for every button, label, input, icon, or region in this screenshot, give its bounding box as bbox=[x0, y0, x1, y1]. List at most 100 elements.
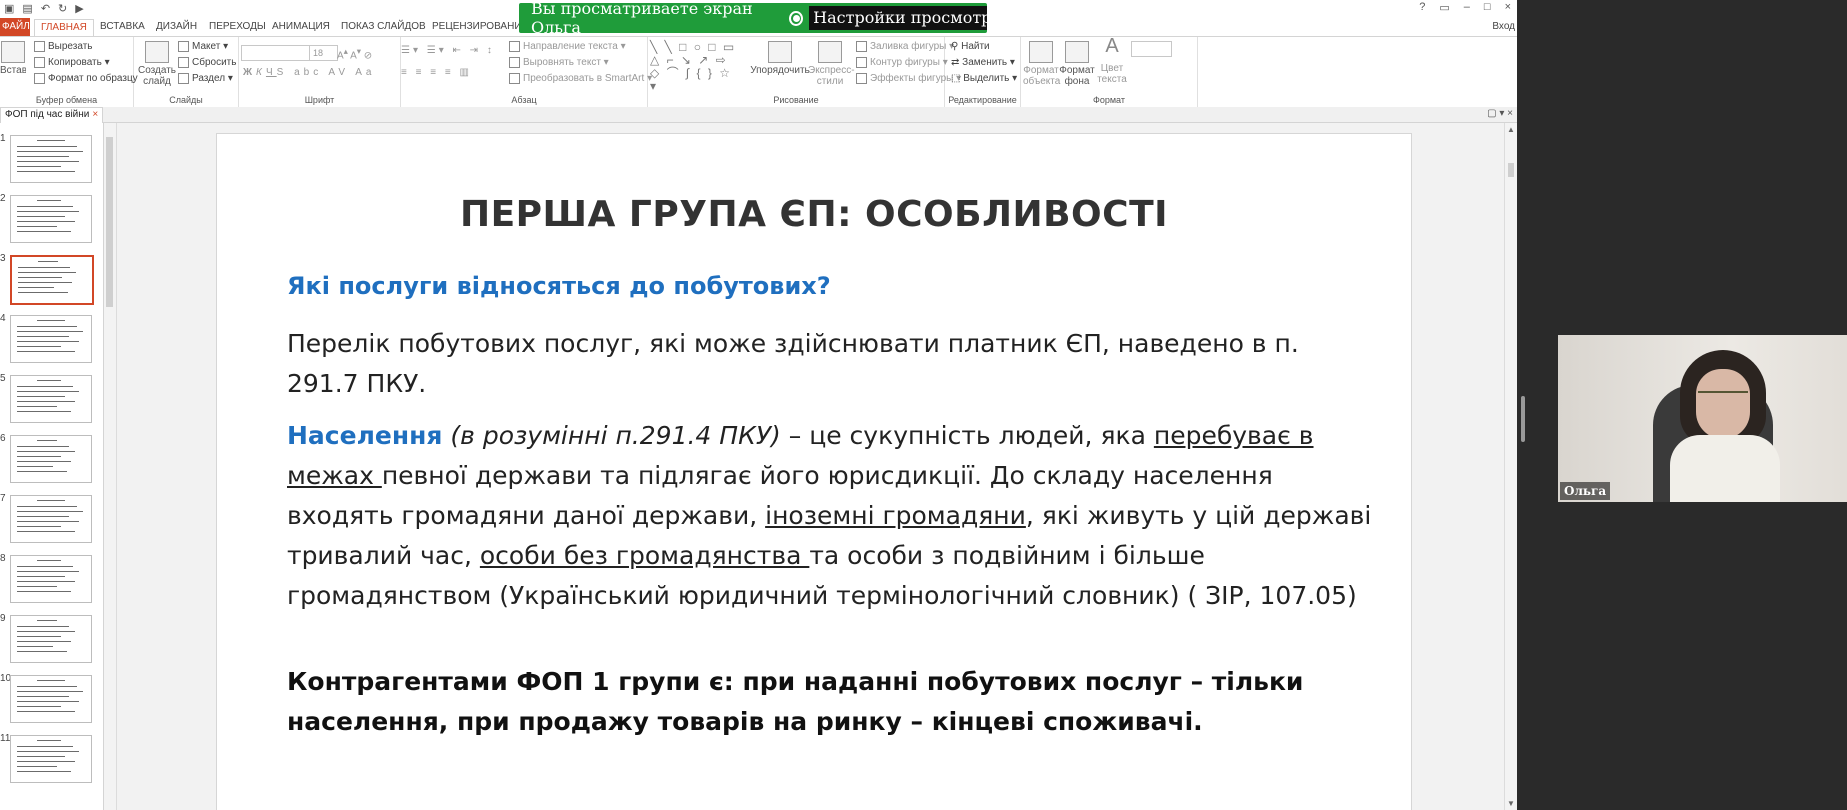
text-direction-button[interactable]: Направление текста ▾ bbox=[509, 41, 626, 52]
replace-icon: ⇄ bbox=[951, 57, 963, 68]
thumbnail-text-line bbox=[17, 396, 65, 397]
smartart-button[interactable]: Преобразовать в SmartArt ▾ bbox=[509, 73, 652, 84]
tab-file[interactable]: ФАЙЛ bbox=[0, 18, 30, 36]
tab-animation[interactable]: АНИМАЦИЯ bbox=[272, 21, 330, 32]
slide-thumbnail[interactable] bbox=[10, 195, 92, 243]
slide-thumbnail[interactable] bbox=[10, 135, 92, 183]
find-button[interactable]: ⚲ Найти bbox=[951, 41, 990, 52]
slide-thumbnail[interactable] bbox=[10, 435, 92, 483]
tab-design[interactable]: ДИЗАЙН bbox=[156, 21, 197, 32]
tab-home[interactable]: ГЛАВНАЯ bbox=[34, 19, 94, 37]
format-painter-button[interactable]: Формат по образцу bbox=[34, 73, 138, 84]
text-color-button[interactable]: A Цвет текста bbox=[1095, 36, 1129, 85]
paragraph-group-label: Абзац bbox=[511, 95, 537, 105]
format-dropdown[interactable] bbox=[1131, 41, 1172, 57]
cut-button[interactable]: Вырезать bbox=[34, 41, 92, 52]
thumbnail-number: 3 bbox=[0, 253, 6, 264]
quick-styles-button[interactable]: Экспресс-стили bbox=[808, 41, 855, 87]
reset-button[interactable]: Сбросить bbox=[178, 57, 236, 68]
slide-subtitle[interactable]: Які послуги відносяться до побутових? bbox=[287, 272, 831, 300]
thumbnails-scrollbar[interactable] bbox=[104, 123, 117, 810]
thumbnail-text-line bbox=[17, 646, 53, 647]
scroll-down-icon[interactable]: ▼ bbox=[1507, 799, 1515, 808]
thumbnail-text-line bbox=[17, 751, 79, 752]
thumbnail-text-line bbox=[17, 166, 61, 167]
layout-button[interactable]: Макет ▾ bbox=[178, 41, 228, 52]
slides-group-label: Слайды bbox=[169, 95, 203, 105]
tab-insert[interactable]: ВСТАВКА bbox=[100, 21, 145, 32]
clipboard-group-label: Буфер обмена bbox=[35, 95, 98, 105]
font-style-buttons[interactable]: ЖКЧS abc AV Aa bbox=[243, 67, 375, 78]
slide-scroll-thumb[interactable] bbox=[1508, 163, 1514, 177]
scroll-up-icon[interactable]: ▲ bbox=[1507, 125, 1515, 134]
participant-video[interactable]: Ольга bbox=[1558, 335, 1847, 502]
thumbnail-number: 8 bbox=[0, 553, 6, 564]
new-slide-button[interactable]: Создать слайд bbox=[138, 41, 176, 87]
text-direction-icon bbox=[509, 41, 520, 52]
help-button[interactable]: ? bbox=[1419, 1, 1425, 14]
maximize-button[interactable]: □ bbox=[1484, 1, 1491, 14]
shape-fill-button[interactable]: Заливка фигуры ▾ bbox=[856, 41, 954, 52]
background-format-button[interactable]: Формат фона bbox=[1059, 41, 1095, 87]
thumbnail-text-line bbox=[17, 466, 53, 467]
arrange-button[interactable]: Упорядочить bbox=[750, 41, 810, 76]
close-button[interactable]: × bbox=[1505, 1, 1511, 14]
thumbnail-number: 5 bbox=[0, 373, 6, 384]
select-button[interactable]: ⬚ Выделить ▾ bbox=[951, 73, 1017, 84]
paste-button[interactable]: Вставить bbox=[0, 41, 26, 76]
font-name-box[interactable] bbox=[241, 45, 310, 61]
pane-controls[interactable]: ▢ ▾ × bbox=[1487, 108, 1513, 119]
panel-resize-handle[interactable] bbox=[1521, 396, 1525, 442]
tab-transitions[interactable]: ПЕРЕХОДЫ bbox=[209, 21, 266, 32]
tab-review[interactable]: РЕЦЕНЗИРОВАНИЕ bbox=[432, 21, 528, 32]
quick-access-toolbar: ▣ ▤ ↶ ↻ ▶ bbox=[4, 2, 84, 15]
list-buttons[interactable]: ☰▾ ☰▾ ⇤ ⇥ ↕ bbox=[401, 45, 495, 56]
copy-button[interactable]: Копировать ▾ bbox=[34, 57, 110, 68]
object-format-button[interactable]: Формат объекта bbox=[1023, 41, 1060, 87]
slide-paragraph-3[interactable]: Контрагентами ФОП 1 групи є: при наданні… bbox=[287, 662, 1377, 742]
slide-title[interactable]: ПЕРША ГРУПА ЄП: ОСОБЛИВОСТІ bbox=[217, 194, 1411, 235]
object-format-icon bbox=[1029, 41, 1053, 63]
slide-paragraph-2[interactable]: Населення (в розумінні п.291.4 ПКУ) – це… bbox=[287, 416, 1377, 616]
view-settings-button[interactable]: Настройки просмотра bbox=[809, 6, 988, 30]
slide-thumbnail[interactable] bbox=[10, 255, 94, 305]
thumbnail-text-line bbox=[17, 326, 77, 327]
minimize-button[interactable]: – bbox=[1464, 1, 1470, 14]
document-tab[interactable]: ФОП під час війни × bbox=[0, 107, 104, 123]
slide-thumbnail[interactable] bbox=[10, 375, 92, 423]
thumbnail-text-line bbox=[17, 696, 69, 697]
document-tab-bar: ФОП під час війни × ▢ ▾ × bbox=[0, 107, 1517, 123]
replace-button[interactable]: ⇄ Заменить ▾ bbox=[951, 57, 1015, 68]
sign-in-link[interactable]: Вход bbox=[1492, 21, 1515, 32]
slide-thumbnail[interactable] bbox=[10, 495, 92, 543]
section-button[interactable]: Раздел ▾ bbox=[178, 73, 233, 84]
redo-icon[interactable]: ↻ bbox=[58, 2, 67, 15]
slide-scrollbar[interactable]: ▲ ▼ bbox=[1504, 123, 1517, 810]
close-tab-icon[interactable]: × bbox=[92, 109, 98, 120]
slide-thumbnail[interactable] bbox=[10, 615, 92, 663]
slide-paragraph-1[interactable]: Перелік побутових послуг, які може здійс… bbox=[287, 324, 1377, 404]
thumbnail-text-line bbox=[17, 146, 77, 147]
shape-outline-button[interactable]: Контур фигуры ▾ bbox=[856, 57, 948, 68]
slide-thumbnail[interactable] bbox=[10, 555, 92, 603]
slide-thumbnail[interactable] bbox=[10, 735, 92, 783]
thumbnail-text-line bbox=[37, 320, 65, 321]
thumbnails-scroll-thumb[interactable] bbox=[106, 137, 113, 307]
font-size-box[interactable]: 18 bbox=[309, 45, 338, 61]
start-slideshow-icon[interactable]: ▶ bbox=[75, 2, 83, 15]
window-controls: ? ▭ – □ × bbox=[1419, 1, 1511, 14]
slide-thumbnail[interactable] bbox=[10, 315, 92, 363]
font-size-buttons[interactable]: A▴ A▾ ⊘ bbox=[337, 46, 372, 61]
thumbnail-text-line bbox=[17, 156, 69, 157]
slide-canvas[interactable]: ПЕРША ГРУПА ЄП: ОСОБЛИВОСТІ Які послуги … bbox=[216, 133, 1412, 810]
align-text-button[interactable]: Выровнять текст ▾ bbox=[509, 57, 609, 68]
paint-bucket-icon bbox=[856, 41, 867, 52]
align-buttons[interactable]: ≡ ≡ ≡ ≡ ▥ bbox=[401, 67, 472, 78]
shapes-gallery[interactable]: ╲ ╲ □ ○ □ ▭ △ ⌐ ↘ ↗ ⇨ ◇ ⌒ ∫ { } ☆ ▾ bbox=[650, 41, 740, 93]
save-icon[interactable]: ▤ bbox=[22, 2, 32, 15]
thumbnail-text-line bbox=[17, 351, 75, 352]
undo-icon[interactable]: ↶ bbox=[41, 2, 50, 15]
slide-thumbnail[interactable] bbox=[10, 675, 92, 723]
ribbon-display-button[interactable]: ▭ bbox=[1439, 1, 1449, 14]
tab-slideshow[interactable]: ПОКАЗ СЛАЙДОВ bbox=[341, 21, 426, 32]
